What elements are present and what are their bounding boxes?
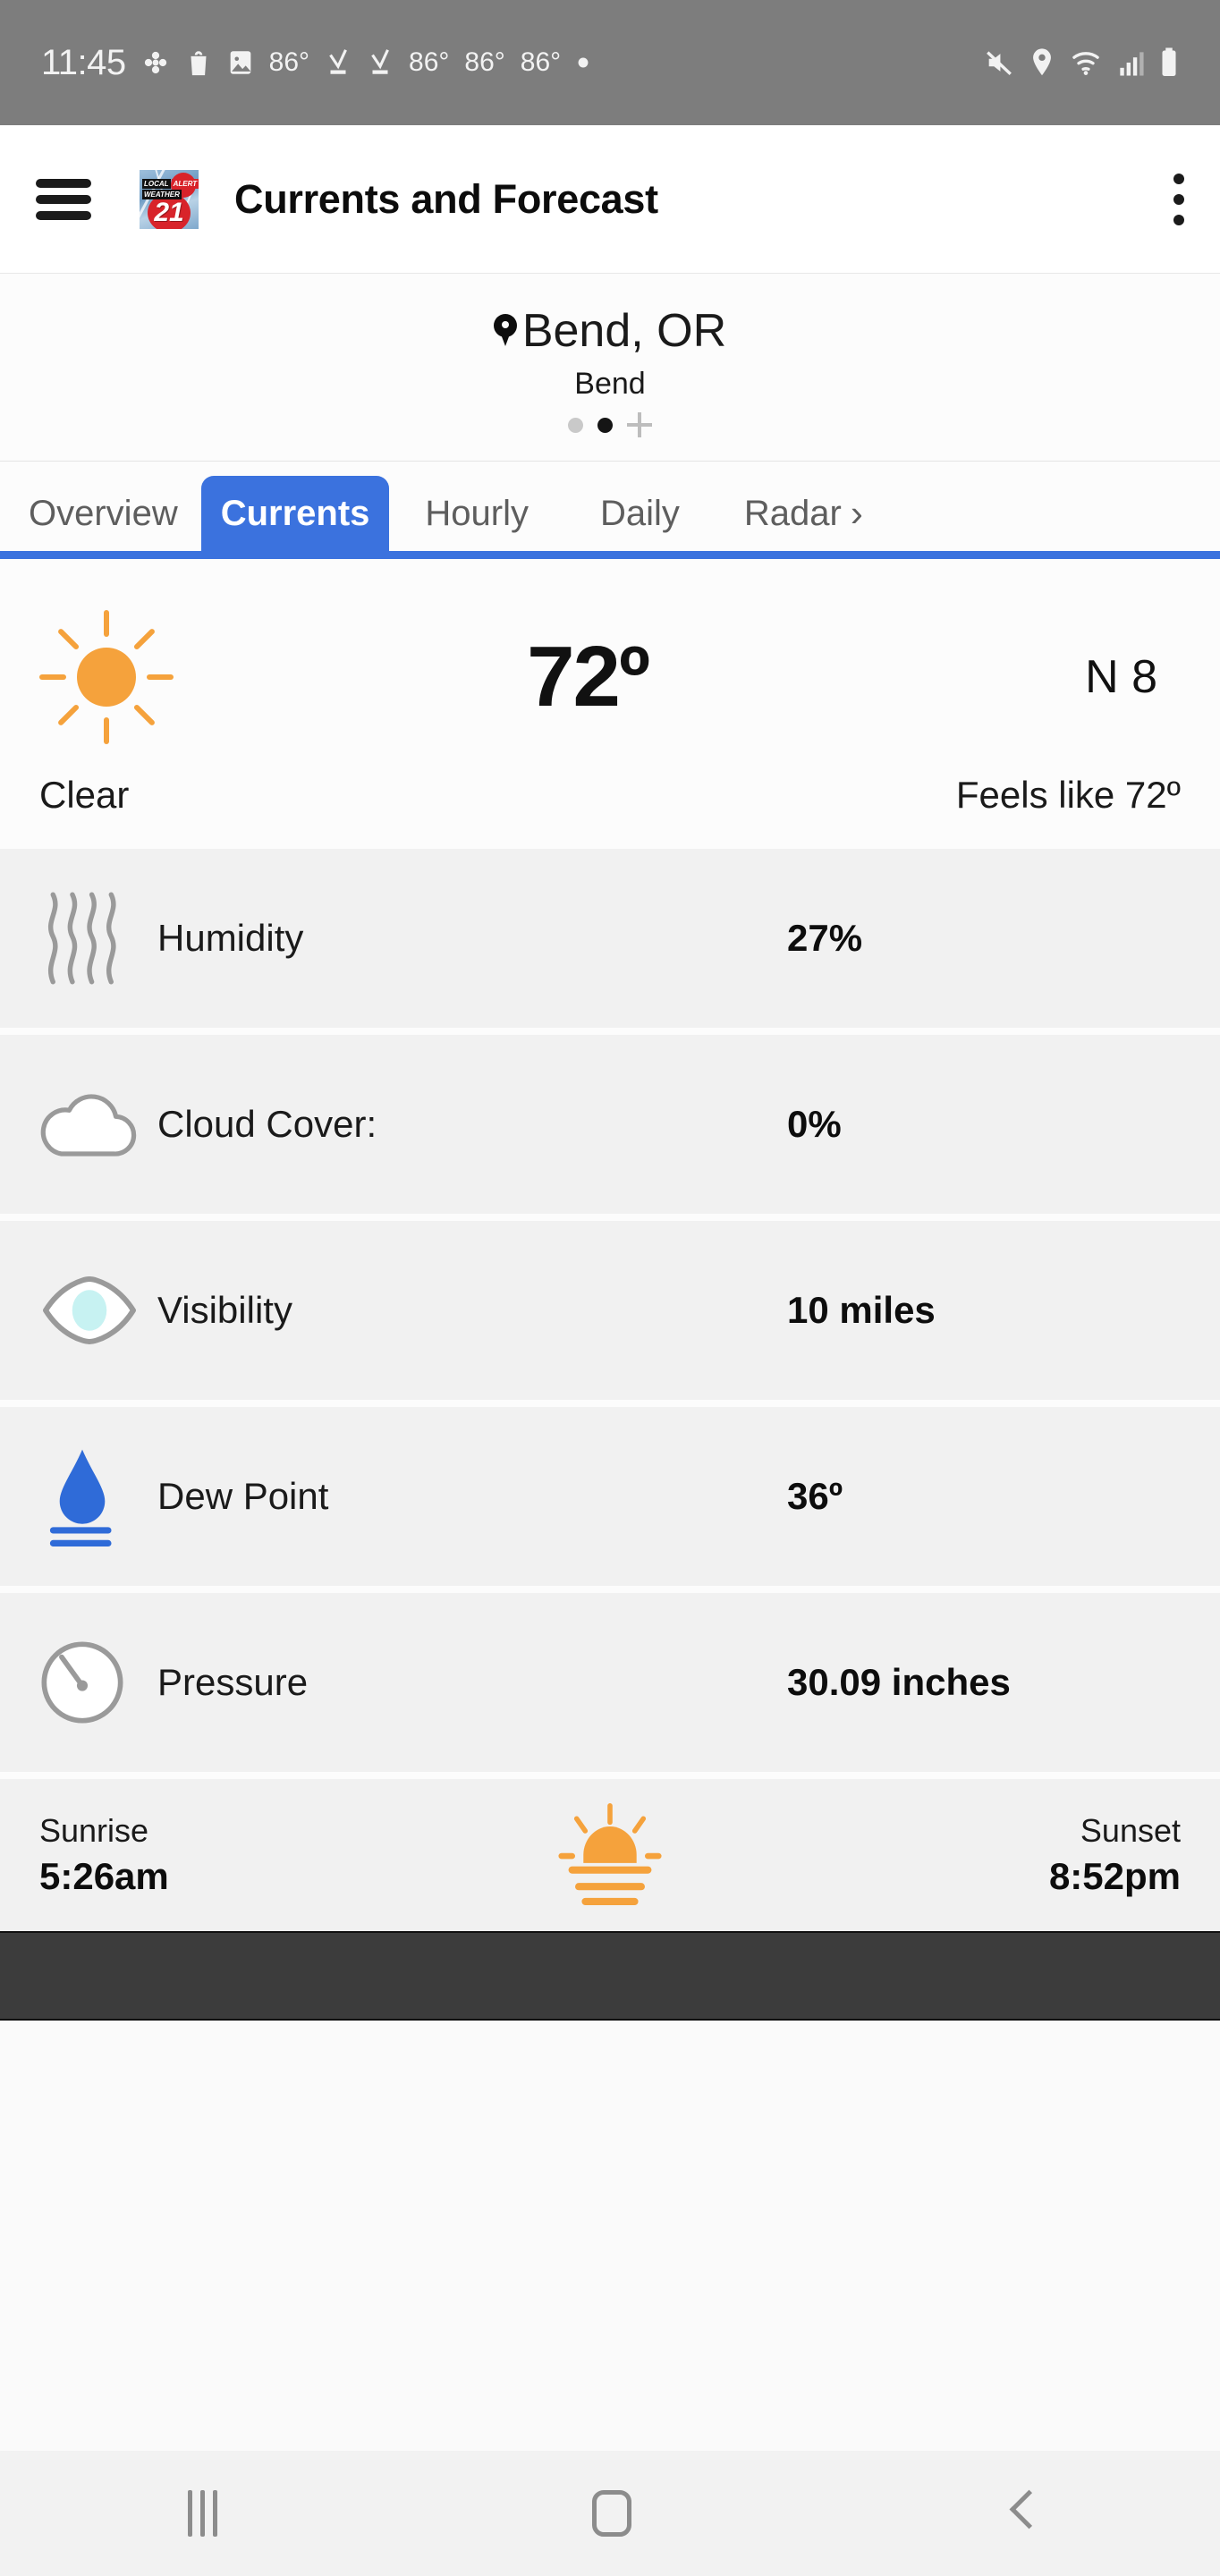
sunrise-block: Sunrise 5:26am bbox=[39, 1812, 169, 1898]
pager-dot-2-active[interactable] bbox=[597, 417, 613, 433]
table-row: Pressure 30.09 inches bbox=[0, 1593, 1220, 1772]
logo-weather-text: WEATHER bbox=[142, 189, 182, 199]
table-row: Visibility 10 miles bbox=[0, 1221, 1220, 1400]
sun-icon bbox=[39, 610, 174, 744]
home-icon[interactable] bbox=[591, 2490, 631, 2537]
eye-icon bbox=[39, 1272, 150, 1349]
logo-alert-text: ALERT bbox=[171, 178, 199, 189]
tab-radar[interactable]: Radar bbox=[716, 476, 851, 551]
current-condition-text: Clear bbox=[39, 774, 130, 816]
sunset-block: Sunset 8:52pm bbox=[1049, 1812, 1181, 1898]
sunrise-label: Sunrise bbox=[39, 1812, 149, 1849]
sunrise-value: 5:26am bbox=[39, 1855, 169, 1897]
current-secondary-row: Clear Feels like 72º bbox=[0, 758, 1220, 849]
tab-bar: Overview Currents Hourly Daily Radar › bbox=[0, 462, 1220, 559]
location-name-row: Bend, OR bbox=[493, 304, 727, 358]
row-value-visibility: 10 miles bbox=[787, 1289, 936, 1331]
status-bar-clock: 11:45 bbox=[41, 42, 126, 82]
status-bar-temp-3: 86° bbox=[464, 47, 505, 77]
location-header[interactable]: Bend, OR Bend bbox=[0, 274, 1220, 462]
pager-dot-1[interactable] bbox=[568, 417, 583, 433]
location-pager[interactable] bbox=[0, 412, 1220, 437]
row-label-pressure: Pressure bbox=[157, 1661, 309, 1703]
recent-apps-icon[interactable] bbox=[187, 2490, 217, 2537]
current-primary-row: 72º N 8 bbox=[0, 597, 1220, 758]
sunset-label: Sunset bbox=[1080, 1812, 1181, 1849]
current-conditions: 72º N 8 Clear Feels like 72º bbox=[0, 559, 1220, 849]
station-logo: LOCAL ALERT WEATHER 21 bbox=[140, 169, 199, 229]
sun-times-row: Sunrise 5:26am Sunset 8:52pm bbox=[0, 1779, 1220, 1931]
row-value-cloud-cover: 0% bbox=[787, 1103, 842, 1145]
kebab-menu-icon[interactable] bbox=[1173, 173, 1184, 225]
current-temperature: 72º bbox=[527, 629, 650, 724]
location-sublabel: Bend bbox=[574, 367, 646, 401]
chevron-right-icon[interactable]: › bbox=[851, 476, 876, 551]
status-bar-temp-4: 86° bbox=[520, 47, 562, 77]
row-label-dew-point: Dew Point bbox=[157, 1475, 329, 1517]
tab-list: Overview Currents Hourly Daily Radar › bbox=[0, 476, 1220, 551]
hamburger-menu-icon[interactable] bbox=[36, 178, 91, 220]
tab-hourly[interactable]: Hourly bbox=[389, 476, 564, 551]
download-complete-icon-2 bbox=[367, 47, 394, 78]
status-bar-temp-1: 86° bbox=[268, 47, 310, 77]
clover-icon bbox=[141, 48, 170, 77]
row-label-cloud-cover: Cloud Cover: bbox=[157, 1103, 377, 1145]
status-bar: 11:45 86° 86° 86° 86° bbox=[0, 0, 1220, 125]
page-title: Currents and Forecast bbox=[234, 175, 658, 222]
cellular-signal-icon bbox=[1117, 48, 1144, 77]
content-spacer bbox=[0, 2021, 1220, 2451]
table-row: Cloud Cover: 0% bbox=[0, 1035, 1220, 1214]
humidity-waves-icon bbox=[39, 888, 150, 988]
row-value-dew-point: 36º bbox=[787, 1475, 843, 1517]
tab-currents[interactable]: Currents bbox=[200, 476, 390, 551]
location-icon bbox=[1029, 47, 1055, 78]
row-label-humidity: Humidity bbox=[157, 917, 304, 959]
back-icon[interactable] bbox=[1006, 2490, 1033, 2537]
mute-icon bbox=[984, 47, 1014, 78]
app-screen: 11:45 86° 86° 86° 86° LOCAL ALERT WEATHE… bbox=[0, 0, 1220, 2576]
logo-local-text: LOCAL bbox=[142, 178, 171, 189]
ad-banner[interactable] bbox=[0, 1931, 1220, 2021]
table-row: Humidity 27% bbox=[0, 849, 1220, 1028]
table-row: Dew Point 36º bbox=[0, 1407, 1220, 1586]
row-value-humidity: 27% bbox=[787, 917, 863, 959]
status-bar-temp-2: 86° bbox=[409, 47, 450, 77]
dot-icon bbox=[576, 55, 590, 70]
sunset-value: 8:52pm bbox=[1048, 1855, 1181, 1897]
cloud-icon bbox=[39, 1089, 150, 1160]
plus-icon[interactable] bbox=[627, 412, 652, 437]
shopping-bag-icon bbox=[185, 47, 212, 78]
image-icon bbox=[227, 47, 254, 78]
detail-rows: Humidity 27% Cloud Cover: 0% Visibility … bbox=[0, 849, 1220, 1931]
system-nav-bar bbox=[0, 2451, 1220, 2576]
row-value-pressure: 30.09 inches bbox=[787, 1661, 1011, 1703]
feels-like-text: Feels like 72º bbox=[955, 774, 1181, 816]
gauge-icon bbox=[39, 1640, 150, 1725]
water-drop-icon bbox=[39, 1446, 150, 1546]
sunrise-horizon-icon bbox=[552, 1803, 668, 1907]
current-wind: N 8 bbox=[1085, 651, 1157, 703]
tab-daily[interactable]: Daily bbox=[564, 476, 716, 551]
location-name: Bend, OR bbox=[521, 305, 727, 357]
download-complete-icon bbox=[325, 47, 352, 78]
row-label-visibility: Visibility bbox=[157, 1289, 292, 1331]
battery-icon bbox=[1159, 47, 1179, 79]
app-bar: LOCAL ALERT WEATHER 21 Currents and Fore… bbox=[0, 125, 1220, 274]
location-pin-icon bbox=[493, 314, 517, 348]
wifi-icon bbox=[1070, 48, 1102, 77]
tab-overview[interactable]: Overview bbox=[0, 476, 201, 551]
